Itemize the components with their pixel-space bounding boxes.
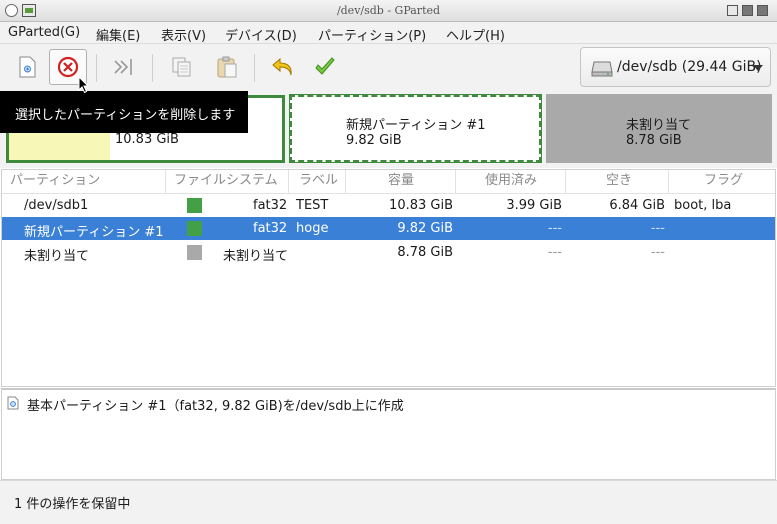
menu-device[interactable]: デバイス(D) bbox=[225, 25, 297, 44]
cell-size: 9.82 GiB bbox=[397, 221, 453, 236]
copy-icon bbox=[172, 57, 191, 77]
undo-button[interactable] bbox=[264, 49, 302, 85]
cell-label: TEST bbox=[296, 198, 329, 213]
new-partition-icon bbox=[19, 56, 36, 78]
partition-block-unallocated[interactable]: 未割り当て 8.78 GiB bbox=[546, 94, 772, 163]
partition-block-name: 新規パーティション #1 bbox=[346, 118, 486, 133]
cell-used: --- bbox=[547, 221, 562, 236]
minimize-icon[interactable] bbox=[727, 5, 738, 16]
column-header-used[interactable]: 使用済み bbox=[485, 170, 566, 193]
cell-filesystem: fat32 bbox=[253, 221, 288, 236]
paste-icon bbox=[217, 56, 237, 78]
partition-block-size: 10.83 GiB bbox=[115, 132, 179, 147]
filesystem-color-swatch bbox=[187, 221, 202, 236]
chevron-down-icon bbox=[753, 65, 763, 71]
partition-table: パーティション ファイルシステム ラベル 容量 使用済み 空き フラグ /dev… bbox=[1, 169, 776, 387]
tooltip: 選択したパーティションを削除します bbox=[0, 91, 248, 133]
column-header-free[interactable]: 空き bbox=[606, 170, 669, 193]
table-row[interactable]: 未割り当て 未割り当て 8.78 GiB --- --- bbox=[2, 241, 775, 264]
filesystem-color-swatch bbox=[187, 245, 202, 260]
undo-icon bbox=[272, 57, 292, 76]
delete-icon bbox=[57, 56, 79, 78]
paste-button[interactable] bbox=[208, 49, 246, 85]
partition-block-new[interactable]: 新規パーティション #1 9.82 GiB bbox=[289, 94, 542, 163]
filesystem-color-swatch bbox=[187, 198, 202, 213]
menu-gparted[interactable]: GParted(G) bbox=[8, 25, 80, 40]
table-row-selected[interactable]: 新規パーティション #1 fat32 hoge 9.82 GiB --- --- bbox=[2, 217, 775, 240]
window-title: /dev/sdb - GParted bbox=[336, 4, 441, 17]
menu-view[interactable]: 表示(V) bbox=[161, 25, 206, 44]
operation-text: 基本パーティション #1（fat32, 9.82 GiB)を/dev/sdb上に… bbox=[27, 399, 404, 414]
pending-count: 1 件の操作を保留中 bbox=[14, 497, 131, 512]
hard-disk-icon bbox=[591, 61, 613, 77]
partition-block-size: 9.82 GiB bbox=[346, 133, 402, 148]
cell-label: hoge bbox=[296, 221, 329, 236]
tooltip-text: 選択したパーティションを削除します bbox=[15, 108, 236, 123]
cell-flags: boot, lba bbox=[674, 198, 732, 213]
list-item[interactable]: 基本パーティション #1（fat32, 9.82 GiB)を/dev/sdb上に… bbox=[2, 393, 775, 414]
menu-partition[interactable]: パーティション(P) bbox=[318, 25, 426, 44]
cell-free: --- bbox=[650, 245, 665, 260]
cell-free: 6.84 GiB bbox=[609, 198, 665, 213]
menu-bar: GParted(G) 編集(E) 表示(V) デバイス(D) パーティション(P… bbox=[0, 22, 777, 44]
menu-edit[interactable]: 編集(E) bbox=[96, 25, 140, 44]
resize-move-icon bbox=[114, 59, 132, 75]
cell-used: 3.99 GiB bbox=[506, 198, 562, 213]
cell-size: 10.83 GiB bbox=[389, 198, 453, 213]
new-partition-icon bbox=[7, 396, 19, 410]
column-header-label[interactable]: ラベル bbox=[299, 170, 346, 193]
status-bar: 1 件の操作を保留中 bbox=[0, 480, 777, 524]
menu-help[interactable]: ヘルプ(H) bbox=[446, 25, 505, 44]
cell-filesystem: 未割り当て bbox=[223, 249, 289, 264]
copy-button[interactable] bbox=[163, 49, 201, 85]
column-header-partition[interactable]: パーティション bbox=[10, 170, 166, 193]
partition-block-name: 未割り当て bbox=[626, 118, 692, 133]
cell-filesystem: fat32 bbox=[253, 198, 288, 213]
table-row[interactable]: /dev/sdb1 fat32 TEST 10.83 GiB 3.99 GiB … bbox=[2, 194, 775, 217]
title-bar: /dev/sdb - GParted bbox=[0, 0, 777, 22]
cell-free: --- bbox=[650, 221, 665, 236]
cell-partition: 未割り当て bbox=[24, 249, 90, 264]
partition-block-size: 8.78 GiB bbox=[626, 133, 682, 148]
close-window-icon[interactable] bbox=[757, 5, 768, 16]
device-selector[interactable]: /dev/sdb (29.44 GiB) bbox=[580, 47, 771, 87]
apply-button[interactable] bbox=[306, 49, 344, 85]
column-header-filesystem[interactable]: ファイルシステム bbox=[174, 170, 289, 193]
cell-size: 8.78 GiB bbox=[397, 245, 453, 260]
new-partition-button[interactable] bbox=[8, 49, 46, 85]
column-header-size[interactable]: 容量 bbox=[388, 170, 456, 193]
cell-used: --- bbox=[547, 245, 562, 260]
cell-partition: /dev/sdb1 bbox=[24, 198, 89, 213]
cell-partition: 新規パーティション #1 bbox=[24, 225, 164, 240]
device-selector-label: /dev/sdb (29.44 GiB) bbox=[617, 59, 762, 75]
pending-operations-list: 基本パーティション #1（fat32, 9.82 GiB)を/dev/sdb上に… bbox=[1, 388, 776, 480]
apply-checkmark-icon bbox=[315, 57, 335, 75]
maximize-icon[interactable] bbox=[742, 5, 753, 16]
mouse-cursor-icon bbox=[78, 76, 90, 94]
resize-move-button[interactable] bbox=[105, 49, 143, 85]
column-header-flags[interactable]: フラグ bbox=[704, 170, 774, 193]
